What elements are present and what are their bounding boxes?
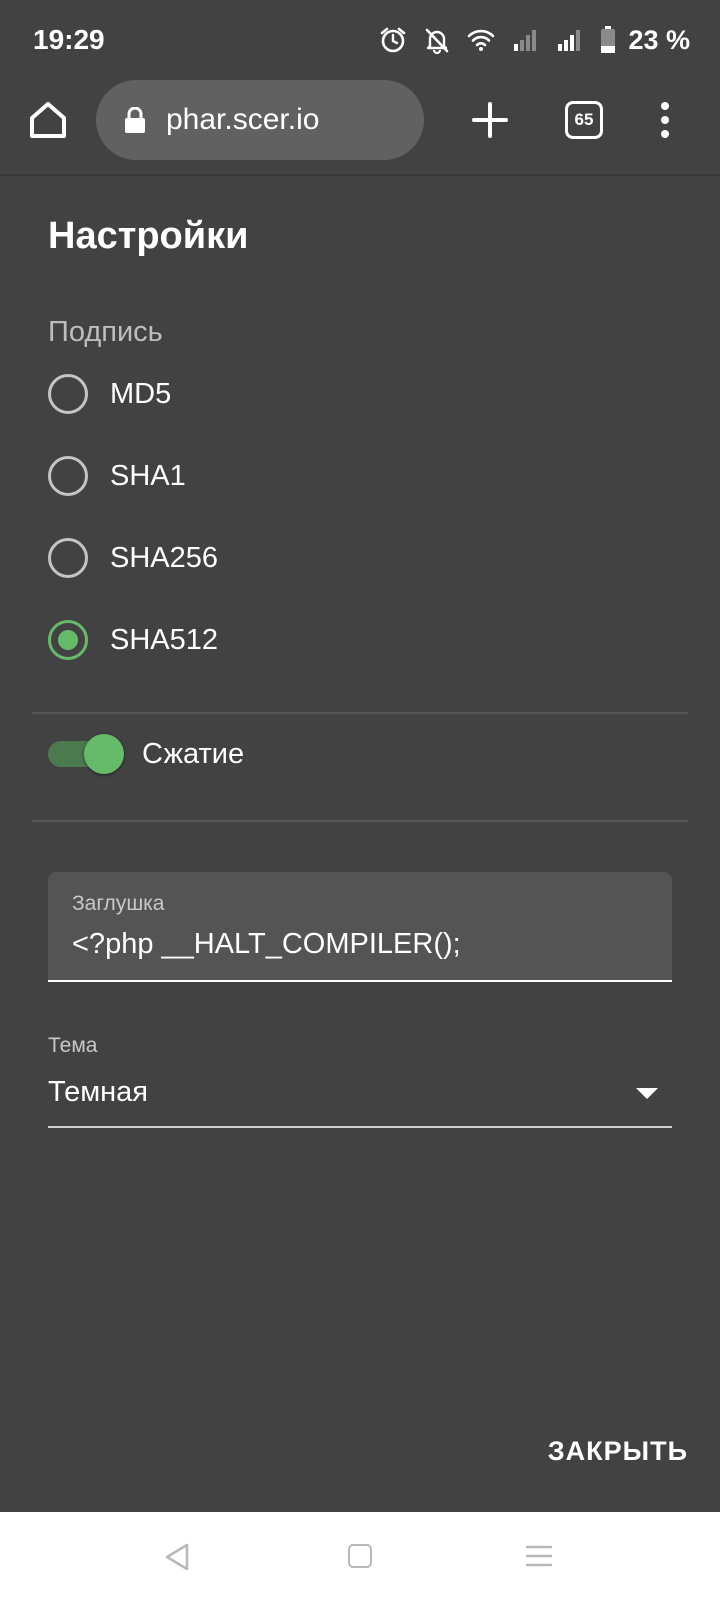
signature-section-label: Подпись [48,316,163,348]
menu-dot [661,102,669,110]
divider [32,712,688,714]
status-icons: 23 % [378,22,690,58]
menu-dot [661,116,669,124]
compression-switch[interactable] [48,734,124,774]
theme-select-value: Темная [48,1076,148,1108]
theme-select[interactable]: Темная [48,1068,672,1128]
more-vert-icon[interactable] [650,98,680,142]
notifications-off-icon [422,25,452,55]
new-tab-button[interactable] [468,98,512,142]
alarm-icon [378,25,408,55]
radio-option-md5[interactable]: MD5 [48,370,171,418]
radio-option-sha1[interactable]: SHA1 [48,452,186,500]
compression-toggle-row[interactable]: Сжатие [48,730,244,778]
signal-icon [510,25,540,55]
url-bar[interactable]: phar.scer.io [96,80,424,160]
page-title: Настройки [48,215,249,257]
radio-unchecked-icon[interactable] [48,456,88,496]
radio-label: SHA1 [110,459,186,492]
menu-dot [661,130,669,138]
browser-toolbar: phar.scer.io 65 [0,80,720,176]
back-icon[interactable] [163,1542,191,1572]
home-icon [30,102,66,138]
radio-unchecked-icon[interactable] [48,538,88,578]
radio-unchecked-icon[interactable] [48,374,88,414]
radio-label: SHA512 [110,623,219,656]
lock-icon [124,106,146,133]
stub-field-value[interactable]: <?php __HALT_COMPILER(); [72,928,461,961]
radio-label: SHA256 [110,541,219,574]
plus-icon [472,102,508,138]
status-bar: 19:29 23 % [0,0,720,80]
divider [32,820,688,822]
system-nav-bar [0,1512,720,1600]
close-button[interactable]: ЗАКРЫТЬ [548,1436,688,1467]
home-button[interactable] [26,98,70,142]
status-time: 19:29 [33,24,105,55]
wifi-icon [466,25,496,55]
radio-option-sha256[interactable]: SHA256 [48,534,218,582]
home-square-icon[interactable] [348,1544,372,1568]
battery-percent: 23 % [628,24,690,55]
tabs-button[interactable]: 65 [565,101,603,139]
battery-icon [598,25,618,55]
radio-label: MD5 [110,377,172,410]
theme-label: Тема [48,1034,98,1057]
recent-apps-icon[interactable] [525,1544,553,1568]
signal-icon [554,25,584,55]
radio-option-sha512[interactable]: SHA512 [48,616,218,664]
url-text: phar.scer.io [166,103,320,136]
stub-field[interactable]: Заглушка <?php __HALT_COMPILER(); [48,872,672,982]
stub-field-label: Заглушка [72,892,165,915]
compression-label: Сжатие [142,737,245,770]
dropdown-arrow-icon [636,1088,658,1099]
tab-count: 65 [574,110,594,129]
switch-thumb [84,734,124,774]
radio-checked-icon[interactable] [48,620,88,660]
